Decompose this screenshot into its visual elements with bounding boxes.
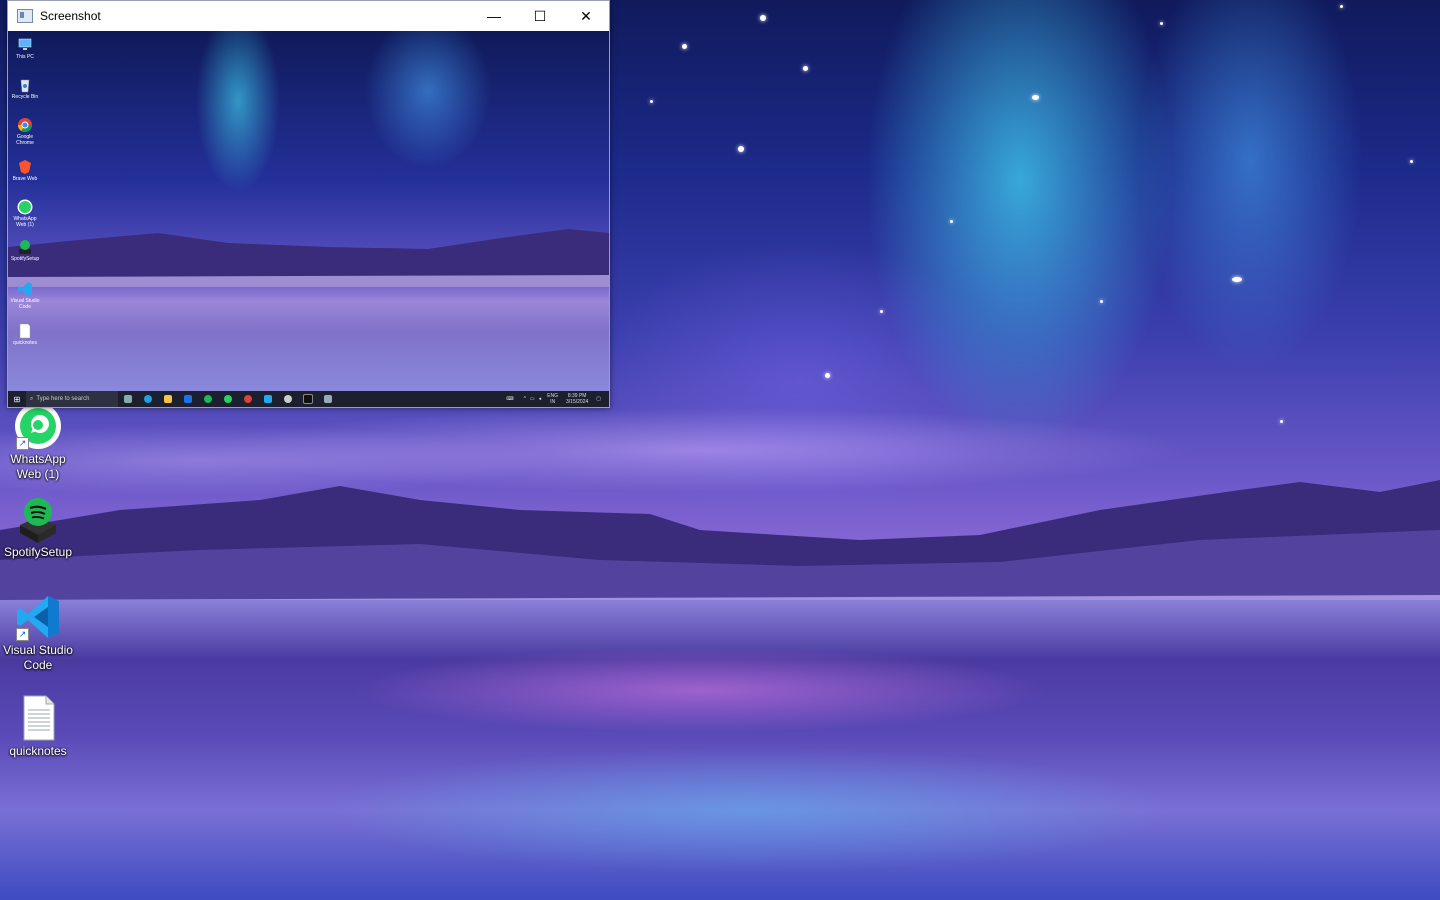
spotify-icon xyxy=(202,391,214,407)
maximize-button[interactable]: ☐ xyxy=(517,1,563,31)
close-button[interactable]: ✕ xyxy=(563,1,609,31)
screenshot-window[interactable]: Screenshot — ☐ ✕ This PC Recycle Bin Goo… xyxy=(7,0,610,408)
preview-icon-label: SpotifySetup xyxy=(10,256,40,262)
wallpaper-mountains xyxy=(0,480,1440,620)
chevron-up-icon: ^ xyxy=(523,396,526,402)
star xyxy=(825,373,830,378)
preview-taskbar: ⊞ ⌕ Type here to search ⌨ ^ ▭ ◂ ENG IN 8… xyxy=(8,391,609,407)
whatsapp-icon: ↗ xyxy=(14,402,62,450)
preview-search-box: ⌕ Type here to search xyxy=(26,391,118,407)
star xyxy=(650,100,653,103)
preview-icon-quicknotes: quicknotes xyxy=(10,323,40,346)
desktop-icon-quicknotes[interactable]: quicknotes xyxy=(0,694,76,759)
chrome-icon xyxy=(17,117,33,133)
task-view-icon xyxy=(122,391,134,407)
star xyxy=(760,15,766,21)
chrome-icon xyxy=(242,391,254,407)
file-explorer-icon xyxy=(162,391,174,407)
preview-icon-label: Google Chrome xyxy=(16,134,34,146)
preview-icon-whatsapp: WhatsApp Web (1) xyxy=(10,199,40,228)
star xyxy=(1280,420,1283,423)
preview-system-tray: ⌨ ^ ▭ ◂ ENG IN 8:39 PM 3/15/2024 ▢ xyxy=(506,393,609,405)
star xyxy=(1032,95,1039,100)
shortcut-arrow-icon: ↗ xyxy=(16,628,29,641)
star xyxy=(1232,277,1242,282)
preview-search-placeholder: Type here to search xyxy=(36,396,90,402)
edge-icon xyxy=(142,391,154,407)
vscode-icon xyxy=(17,281,33,297)
whatsapp-icon xyxy=(17,199,33,215)
desktop-icon-label: quicknotes xyxy=(9,744,67,758)
preview-date: 3/15/2024 xyxy=(566,399,589,405)
volume-icon: ◂ xyxy=(538,396,542,402)
preview-icon-label: Visual Studio Code xyxy=(10,298,40,310)
window-titlebar[interactable]: Screenshot — ☐ ✕ xyxy=(8,1,609,31)
star xyxy=(950,220,953,223)
preview-language: ENG IN xyxy=(547,393,558,405)
text-file-icon xyxy=(14,694,62,742)
screenshot-app-icon xyxy=(322,391,334,407)
terminal-icon xyxy=(302,391,314,407)
star xyxy=(1100,300,1103,303)
preview-clock: 8:39 PM 3/15/2024 xyxy=(566,393,588,405)
text-file-icon xyxy=(17,323,33,339)
star xyxy=(1340,5,1343,8)
brave-icon xyxy=(17,159,33,175)
desktop-icon-label: WhatsApp Web (1) xyxy=(10,452,66,481)
windows-start-icon: ⊞ xyxy=(13,394,21,404)
whatsapp-icon xyxy=(222,391,234,407)
star xyxy=(738,146,744,152)
vscode-icon xyxy=(262,391,274,407)
recycle-bin-icon xyxy=(17,77,33,93)
vscode-icon: ↗ xyxy=(14,593,62,641)
shortcut-arrow-icon: ↗ xyxy=(16,437,29,450)
settings-icon xyxy=(282,391,294,407)
desktop-icon-vscode[interactable]: ↗ Visual Studio Code xyxy=(0,593,76,673)
keyboard-icon: ⌨ xyxy=(506,396,514,402)
window-title: Screenshot xyxy=(40,9,101,23)
notification-icon: ▢ xyxy=(596,396,601,402)
mail-icon xyxy=(182,391,194,407)
preview-icon-label: quicknotes xyxy=(13,340,37,346)
this-pc-icon xyxy=(17,37,33,53)
screenshot-preview: This PC Recycle Bin Google Chrome Brave … xyxy=(8,31,609,407)
star xyxy=(682,44,687,49)
desktop-icon-label: Visual Studio Code xyxy=(3,643,73,672)
preview-icon-spotify: SpotifySetup xyxy=(10,239,40,262)
preview-icon-label: This PC xyxy=(16,54,34,60)
star xyxy=(1160,22,1163,25)
preview-icon-recycle-bin: Recycle Bin xyxy=(10,77,40,100)
preview-icon-label: Brave Web xyxy=(12,176,38,182)
preview-icon-label: Recycle Bin xyxy=(11,94,39,100)
preview-icon-label: WhatsApp Web (1) xyxy=(13,216,37,228)
preview-icon-brave: Brave Web xyxy=(10,159,40,182)
search-icon: ⌕ xyxy=(30,395,34,402)
network-icon: ▭ xyxy=(529,396,535,402)
wallpaper-lake xyxy=(0,600,1440,900)
star xyxy=(1410,160,1413,163)
screenshot-app-icon xyxy=(17,9,33,23)
desktop-icon-whatsapp[interactable]: ↗ WhatsApp Web (1) xyxy=(0,402,76,482)
preview-icon-vscode: Visual Studio Code xyxy=(10,281,40,310)
preview-icon-chrome: Google Chrome xyxy=(10,117,40,146)
desktop-icon-spotify-setup[interactable]: SpotifySetup xyxy=(0,495,76,560)
preview-region-code: IN xyxy=(550,399,556,405)
desktop-icon-label: SpotifySetup xyxy=(3,545,73,559)
spotify-icon xyxy=(17,239,33,255)
star xyxy=(880,310,883,313)
star xyxy=(803,66,808,71)
minimize-button[interactable]: — xyxy=(471,1,517,31)
preview-icon-this-pc: This PC xyxy=(10,37,40,60)
preview-mountains xyxy=(8,229,609,287)
spotify-installer-icon xyxy=(14,495,62,543)
